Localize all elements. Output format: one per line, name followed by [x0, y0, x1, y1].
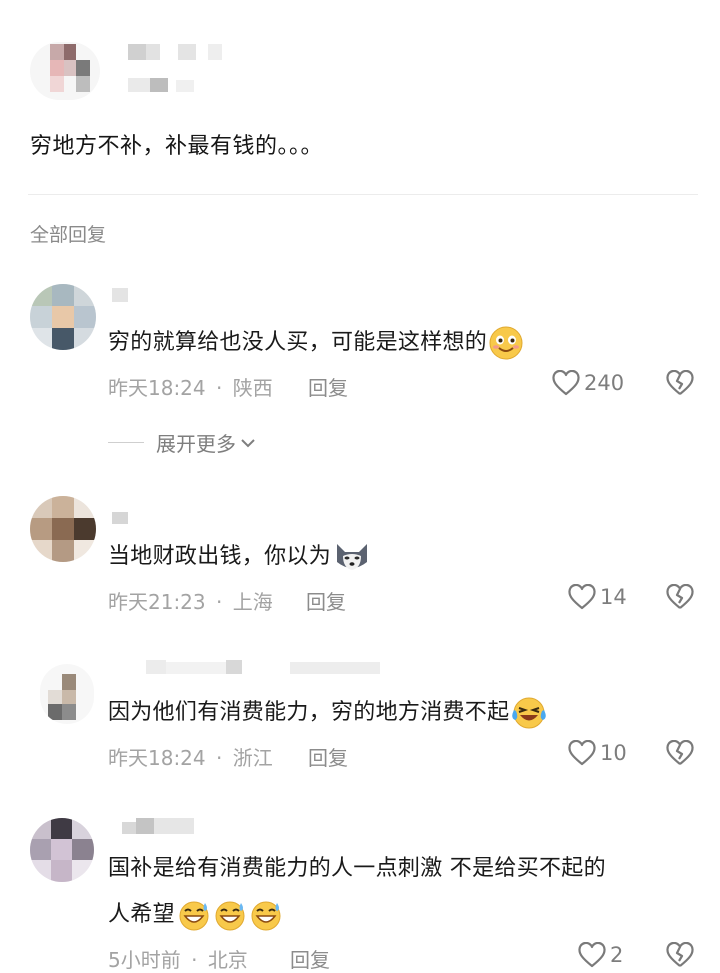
reply-username[interactable] [112, 512, 128, 524]
broken-heart-icon [666, 942, 694, 968]
like-button[interactable]: 240 [552, 370, 624, 396]
reply-text: 因为他们有消费能力，穷的地方消费不起 [108, 694, 547, 730]
reply-location: 陕西 [232, 376, 273, 400]
reply-text-content: 人希望 [108, 902, 175, 927]
like-button[interactable]: 2 [578, 942, 623, 968]
dislike-button[interactable] [666, 370, 694, 396]
reply-location: 上海 [232, 590, 273, 614]
reply-time: 昨天18:24 [108, 746, 206, 770]
main-comment-text: 穷地方不补，补最有钱的。。。 [30, 134, 324, 159]
reply-text-line2: 人希望 [108, 896, 283, 931]
separator-dot: · [191, 948, 198, 972]
broken-heart-icon [666, 740, 694, 766]
expand-line [108, 442, 144, 443]
reply-button[interactable]: 回复 [290, 944, 330, 973]
reply-location: 浙江 [232, 746, 273, 770]
reply-meta: 昨天18:24 · 浙江 [108, 742, 273, 771]
reply-avatar[interactable] [30, 496, 96, 562]
like-count: 2 [610, 943, 624, 967]
heart-icon [568, 584, 596, 610]
broken-heart-icon [666, 584, 694, 610]
dislike-button[interactable] [666, 740, 694, 766]
separator-dot: · [216, 376, 223, 400]
reply-avatar[interactable] [30, 284, 96, 350]
separator-dot: · [216, 590, 223, 614]
reply-username[interactable] [112, 288, 128, 302]
like-count: 14 [600, 585, 627, 609]
reply-button[interactable]: 回复 [308, 742, 348, 771]
smiling-face-icon [489, 326, 523, 360]
heart-icon [568, 740, 596, 766]
broken-heart-icon [666, 370, 694, 396]
heart-icon [578, 942, 606, 968]
reply-text-content: 因为他们有消费能力，穷的地方消费不起 [108, 700, 510, 725]
reply-time: 昨天18:24 [108, 376, 206, 400]
reply-text-line1: 国补是给有消费能力的人一点刺激 不是给买不起的 [108, 856, 606, 881]
reply-time: 5小时前 [108, 948, 181, 972]
reply-location: 北京 [207, 948, 248, 972]
reply-button[interactable]: 回复 [306, 586, 346, 615]
main-comment-avatar[interactable] [30, 42, 100, 100]
expand-more-button[interactable]: 展开更多 [108, 428, 256, 457]
reply-text-content: 穷的就算给也没人买，可能是这样想的 [108, 330, 488, 355]
all-replies-header: 全部回复 [30, 224, 107, 246]
reply-time: 昨天21:23 [108, 590, 206, 614]
separator-dot: · [216, 746, 223, 770]
grinning-sweat-icon [177, 899, 283, 931]
reply-text: 穷的就算给也没人买，可能是这样想的 [108, 324, 523, 360]
chevron-down-icon [240, 437, 256, 449]
expand-more-label: 展开更多 [156, 432, 236, 456]
heart-icon [552, 370, 580, 396]
reply-text-content: 当地财政出钱，你以为 [108, 544, 332, 569]
laughing-tears-icon [511, 696, 547, 730]
like-button[interactable]: 14 [568, 584, 627, 610]
divider [28, 194, 698, 195]
reply-avatar[interactable] [30, 818, 94, 882]
reply-text: 当地财政出钱，你以为 [108, 538, 371, 574]
reply-button[interactable]: 回复 [308, 372, 348, 401]
like-button[interactable]: 10 [568, 740, 627, 766]
like-count: 240 [584, 371, 625, 395]
reply-meta: 昨天21:23 · 上海 [108, 586, 273, 615]
reply-avatar[interactable] [40, 664, 94, 724]
dislike-button[interactable] [666, 584, 694, 610]
husky-dog-icon [333, 540, 371, 574]
like-count: 10 [600, 741, 627, 765]
reply-meta: 5小时前 · 北京 [108, 944, 248, 973]
dislike-button[interactable] [666, 942, 694, 968]
reply-meta: 昨天18:24 · 陕西 [108, 372, 273, 401]
